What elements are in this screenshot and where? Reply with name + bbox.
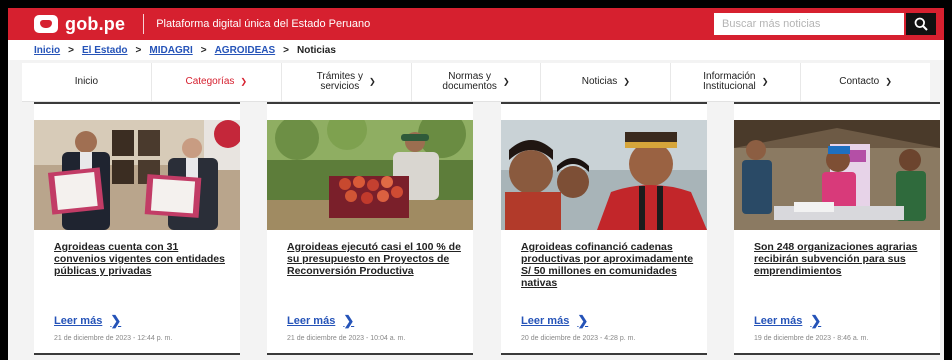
news-photo-native-community[interactable] <box>501 120 707 230</box>
breadcrumb-current: Noticias <box>296 44 336 56</box>
card-bottom-rule <box>734 353 940 355</box>
card-top-rule <box>34 102 240 104</box>
nav-item-informacion[interactable]: Información Institucional ❯ <box>671 63 802 101</box>
news-date: 21 de diciembre de 2023 - 12:44 p. m. <box>54 335 173 342</box>
news-date: 20 de diciembre de 2023 - 4:28 p. m. <box>521 335 636 342</box>
news-card: Agroideas ejecutó casi el 100 % de su pr… <box>267 102 473 355</box>
site-header: gob.pe Plataforma digital única del Esta… <box>8 8 944 40</box>
browser-viewport: gob.pe Plataforma digital única del Esta… <box>8 8 944 360</box>
header-divider <box>143 14 145 34</box>
nav-label-stack: Información Institucional <box>703 72 756 92</box>
header-tagline: Plataforma digital única del Estado Peru… <box>156 18 371 30</box>
news-title-link[interactable]: Agroideas ejecutó casi el 100 % de su pr… <box>287 241 463 277</box>
news-grid: Agroideas cuenta con 31 convenios vigent… <box>34 102 940 360</box>
nav-label: documentos <box>442 81 497 92</box>
main-nav: Inicio Categorías ❯ Trámites y servicios… <box>22 63 930 102</box>
read-more-link[interactable]: Leer más ❯ <box>754 313 821 329</box>
news-date: 19 de diciembre de 2023 - 8:46 a. m. <box>754 335 869 342</box>
news-card: Son 248 organizaciones agrarias recibirá… <box>734 102 940 355</box>
logo-text: gob.pe <box>65 13 126 34</box>
card-top-rule <box>267 102 473 104</box>
read-more-label: Leer más <box>521 315 570 327</box>
news-photo-farmer-crate[interactable] <box>267 120 473 230</box>
nav-label: Noticias <box>581 76 618 87</box>
card-top-rule <box>501 102 707 104</box>
search-input[interactable] <box>714 13 904 35</box>
card-top-rule <box>734 102 940 104</box>
search-icon <box>914 17 928 31</box>
news-title-link[interactable]: Agroideas cuenta con 31 convenios vigent… <box>54 241 230 277</box>
nav-item-noticias[interactable]: Noticias ❯ <box>541 63 672 101</box>
chevron-down-icon: ❯ <box>240 77 248 86</box>
nav-item-contacto[interactable]: Contacto ❯ <box>801 63 930 101</box>
chevron-right-icon: ❯ <box>110 313 122 328</box>
nav-label: Categorías <box>185 76 235 87</box>
nav-item-tramites[interactable]: Trámites y servicios ❯ <box>282 63 412 101</box>
read-more-label: Leer más <box>754 315 803 327</box>
gob-pe-logo[interactable]: gob.pe <box>34 14 125 35</box>
breadcrumb-separator: > <box>68 44 74 56</box>
nav-label-stack: Normas y documentos <box>442 72 496 92</box>
breadcrumb: Inicio > El Estado > MIDAGRI > AGROIDEAS… <box>8 40 944 60</box>
breadcrumb-inicio[interactable]: Inicio <box>34 45 60 56</box>
news-date: 21 de diciembre de 2023 - 10:04 a. m. <box>287 335 406 342</box>
chevron-down-icon: ❯ <box>623 77 630 86</box>
read-more-link[interactable]: Leer más ❯ <box>287 313 354 329</box>
search-button[interactable] <box>906 13 936 35</box>
news-title-link[interactable]: Son 248 organizaciones agrarias recibirá… <box>754 241 930 277</box>
breadcrumb-midagri[interactable]: MIDAGRI <box>149 45 192 56</box>
news-photo-signing[interactable] <box>34 120 240 230</box>
nav-item-categorias[interactable]: Categorías ❯ <box>152 63 282 101</box>
nav-label: Inicio <box>74 76 99 87</box>
chevron-right-icon: ❯ <box>343 313 355 328</box>
chevron-down-icon: ❯ <box>885 77 892 86</box>
nav-label: servicios <box>320 81 360 92</box>
read-more-link[interactable]: Leer más ❯ <box>54 313 121 329</box>
news-card: Agroideas cuenta con 31 convenios vigent… <box>34 102 240 355</box>
breadcrumb-separator: > <box>135 44 142 56</box>
nav-label: Contacto <box>839 76 880 87</box>
news-photo-organizations[interactable] <box>734 120 940 230</box>
breadcrumb-el-estado[interactable]: El Estado <box>82 45 128 56</box>
chevron-right-icon: ❯ <box>810 313 822 328</box>
card-bottom-rule <box>501 353 707 355</box>
breadcrumb-agroideas[interactable]: AGROIDEAS <box>215 45 276 56</box>
chevron-right-icon: ❯ <box>577 313 589 328</box>
nav-label: Institucional <box>702 81 756 92</box>
chevron-down-icon: ❯ <box>761 77 769 86</box>
read-more-link[interactable]: Leer más ❯ <box>521 313 588 329</box>
breadcrumb-separator: > <box>283 44 289 56</box>
card-bottom-rule <box>267 353 473 355</box>
chevron-down-icon: ❯ <box>502 77 510 86</box>
nav-label-stack: Trámites y servicios <box>317 72 363 92</box>
peru-shield-icon <box>34 15 58 33</box>
chevron-down-icon: ❯ <box>368 77 376 86</box>
news-card: Agroideas cofinanció cadenas productivas… <box>501 102 707 355</box>
nav-item-inicio[interactable]: Inicio <box>22 63 152 101</box>
card-bottom-rule <box>34 353 240 355</box>
breadcrumb-separator: > <box>200 44 207 56</box>
read-more-label: Leer más <box>287 315 336 327</box>
read-more-label: Leer más <box>54 315 103 327</box>
news-title-link[interactable]: Agroideas cofinanció cadenas productivas… <box>521 241 697 289</box>
nav-item-normas[interactable]: Normas y documentos ❯ <box>412 63 542 101</box>
